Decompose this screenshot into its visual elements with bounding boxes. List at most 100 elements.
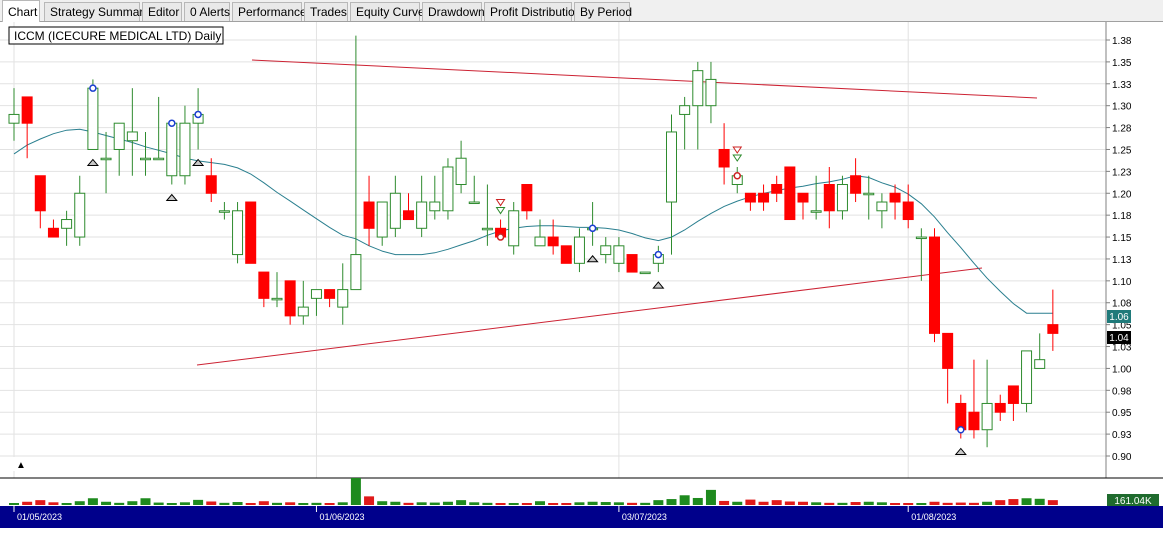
price-tick-label: 1.25	[1112, 145, 1132, 156]
price-tick-label: 1.08	[1112, 299, 1132, 310]
volume-bar	[350, 478, 361, 505]
tab-alerts[interactable]: 0 Alerts	[184, 2, 230, 21]
volume-bar	[890, 503, 901, 505]
volume-bar	[561, 503, 572, 505]
candle-body	[310, 289, 322, 299]
volume-bar	[429, 502, 440, 505]
volume-bar	[442, 501, 453, 505]
tab-chart[interactable]: Chart	[2, 0, 40, 22]
candle-body	[981, 402, 993, 431]
chart-area[interactable]: 1.38 1.35 1.33 1.30 1.28 1.25 1.23 1.20 1.18 1.15…	[0, 22, 1163, 528]
volume-bar	[784, 501, 795, 505]
candle-body	[258, 271, 270, 299]
price-tick-label: 1.18	[1112, 211, 1132, 222]
price-tick-label: 1.38	[1112, 36, 1132, 47]
price-tick-label: 0.98	[1112, 386, 1132, 397]
candle-body	[140, 157, 151, 161]
candle-body	[863, 192, 875, 196]
candle-body	[1007, 385, 1019, 404]
volume-bar	[416, 502, 427, 505]
candle-body	[205, 175, 217, 194]
volume-bar	[640, 502, 651, 505]
volume-bar	[1034, 498, 1045, 505]
candle-body	[74, 192, 86, 238]
volume-bar	[337, 502, 348, 505]
volume-bar	[679, 495, 690, 505]
candle-body	[508, 210, 520, 247]
volume-bar	[1021, 498, 1032, 505]
last-price-label: 1.04	[1109, 333, 1129, 344]
candle-body	[166, 122, 178, 177]
volume-bar	[179, 502, 190, 505]
price-chart[interactable]: 1.38 1.35 1.33 1.30 1.28 1.25 1.23 1.20 1.18 1.15…	[0, 22, 1163, 528]
candle-body	[297, 306, 309, 317]
candle-body	[179, 122, 191, 177]
candle-body	[600, 245, 612, 256]
scale-arrow-icon[interactable]: ▲	[16, 460, 26, 471]
volume-bar	[22, 501, 33, 505]
tab-trades[interactable]: Trades	[304, 2, 348, 21]
volume-bar	[521, 503, 532, 505]
price-tick-label: 1.35	[1112, 58, 1132, 69]
price-tick-label: 0.95	[1112, 408, 1132, 419]
volume-bar	[995, 500, 1006, 505]
candle-body	[1047, 324, 1059, 334]
tab-drawdown[interactable]: Drawdown	[422, 2, 485, 21]
volume-bar	[87, 498, 98, 505]
candle-body	[876, 201, 888, 212]
volume-bar	[101, 501, 112, 505]
candle-body	[363, 201, 375, 229]
volume-bar	[48, 502, 59, 505]
volume-bar	[863, 501, 874, 505]
price-tick-label: 0.93	[1112, 430, 1132, 441]
tab-by-period[interactable]: By Period	[574, 2, 632, 21]
price-tick-label: 1.20	[1112, 189, 1132, 200]
volume-bar	[758, 501, 769, 505]
volume-bar	[166, 503, 177, 505]
candle-body	[692, 70, 704, 107]
candle-body	[324, 289, 336, 299]
sell-signal-marker	[496, 233, 505, 241]
buy-signal-marker	[588, 224, 597, 233]
candle-body	[87, 87, 99, 150]
tab-editor[interactable]: Editor	[142, 2, 182, 21]
volume-bar	[258, 501, 269, 505]
tab-profit-distribution[interactable]: Profit Distribution	[484, 2, 581, 21]
candle-body	[284, 280, 296, 317]
volume-bar	[955, 502, 966, 505]
candle-body	[836, 184, 848, 212]
volume-bar	[798, 501, 808, 505]
candle-body	[113, 122, 125, 150]
buy-signal-marker	[654, 250, 663, 259]
volume-bar	[403, 502, 414, 505]
candle-body	[560, 245, 572, 264]
volume-bar	[74, 501, 85, 505]
tab-equity-curve[interactable]: Equity Curve	[350, 2, 425, 21]
buy-signal-marker	[168, 119, 176, 127]
candle-body	[245, 201, 257, 264]
volume-bar	[587, 501, 598, 505]
tab-performance[interactable]: Performance	[232, 2, 307, 21]
price-tick-label: 1.33	[1112, 80, 1132, 91]
candle-body	[350, 254, 362, 291]
candle-body	[21, 96, 33, 124]
volume-bar	[232, 502, 243, 505]
tab-strategy-summary[interactable]: Strategy Summary	[44, 2, 149, 21]
date-axis	[0, 506, 1163, 528]
volume-bar	[903, 503, 914, 505]
candle-body	[1034, 359, 1046, 369]
price-tick-label: 1.28	[1112, 124, 1132, 135]
volume-bar	[153, 502, 164, 505]
candle-body	[34, 175, 46, 212]
date-label: 01/08/2023	[911, 512, 956, 522]
chart-title: ICCM (ICECURE MEDICAL LTD) Daily	[14, 29, 221, 43]
volume-bar	[114, 502, 125, 505]
price-tick-label: 1.00	[1112, 364, 1132, 375]
candle-body	[547, 236, 559, 247]
volume-bar	[627, 502, 638, 505]
volume-bar	[508, 503, 519, 505]
candle-body	[416, 201, 428, 229]
candle-body	[850, 175, 862, 194]
candle-body	[705, 78, 717, 107]
volume-bar	[824, 502, 835, 505]
